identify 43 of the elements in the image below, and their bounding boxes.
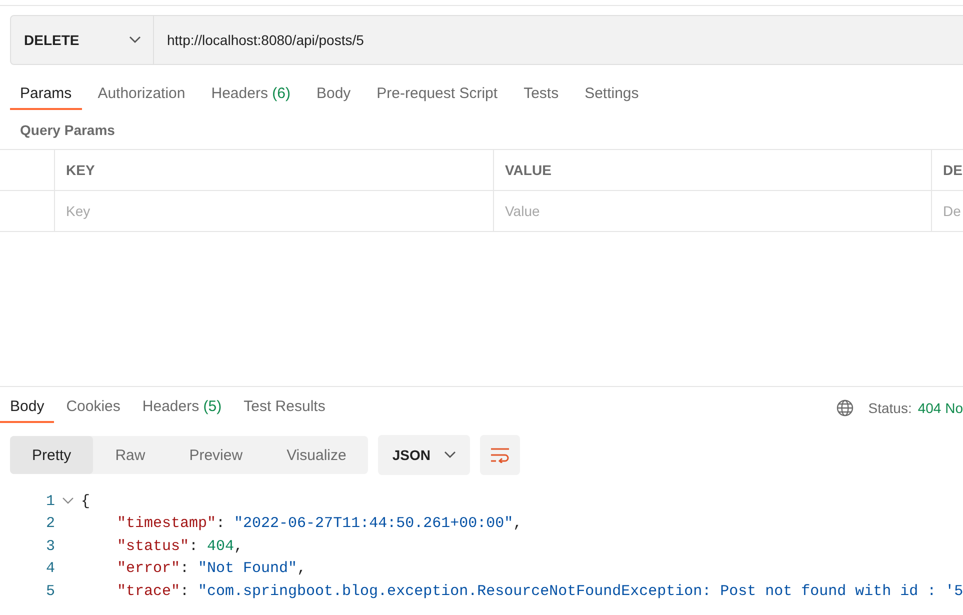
- view-mode-tab[interactable]: Raw: [93, 436, 168, 474]
- globe-icon[interactable]: [836, 399, 854, 417]
- status-code: 404 No: [918, 400, 963, 416]
- tab[interactable]: Headers (5): [132, 398, 232, 423]
- wrap-lines-button[interactable]: [480, 435, 520, 475]
- tab[interactable]: Settings: [574, 85, 649, 110]
- wrap-lines-icon: [490, 447, 510, 463]
- table-input-field[interactable]: Key: [66, 203, 493, 219]
- tab[interactable]: Body: [306, 85, 361, 110]
- tab[interactable]: Tests: [514, 85, 569, 110]
- line-number: 2: [44, 515, 55, 532]
- tab[interactable]: Pre-request Script: [366, 85, 508, 110]
- tab[interactable]: Authorization: [88, 85, 196, 110]
- format-dropdown[interactable]: JSON: [378, 435, 470, 475]
- column-header: KEY: [55, 150, 494, 191]
- line-number: 3: [44, 538, 55, 555]
- table-input-field[interactable]: Value: [505, 203, 931, 219]
- view-mode-tab[interactable]: Visualize: [264, 436, 368, 474]
- chevron-down-icon: [129, 36, 141, 44]
- view-mode-tab[interactable]: Pretty: [10, 436, 94, 474]
- status-label: Status:: [868, 400, 912, 416]
- method-dropdown[interactable]: DELETE: [10, 15, 154, 65]
- line-number: 4: [44, 560, 55, 578]
- code-line: {: [81, 492, 90, 510]
- tab[interactable]: Cookies: [56, 398, 130, 423]
- code-line: "error": "Not Found",: [116, 560, 306, 578]
- code-line: "trace": "com.springboot.blog.exception.ResourceNotFoundException: Post not found with id : '5: [116, 582, 963, 600]
- line-number: 5: [44, 582, 55, 600]
- line-number: 1: [44, 492, 55, 510]
- tab[interactable]: Headers (6): [201, 85, 300, 110]
- url-field[interactable]: http://localhost:8080/api/posts/5: [154, 15, 963, 65]
- code-line: "status": 404,: [116, 538, 244, 555]
- column-header: VALUE: [494, 150, 932, 191]
- section-title: Query Params: [20, 122, 115, 138]
- tab[interactable]: Body: [0, 398, 54, 423]
- chevron-down-icon: [444, 451, 456, 459]
- view-mode-tab[interactable]: Preview: [167, 436, 265, 474]
- table-input-field[interactable]: De: [943, 203, 963, 219]
- tab[interactable]: Params: [10, 85, 82, 110]
- column-header: DE: [932, 150, 963, 191]
- fold-chevron-icon[interactable]: [62, 497, 74, 506]
- code-line: "timestamp": "2022-06-27T11:44:50.261+00:00",: [116, 515, 522, 532]
- tab[interactable]: Test Results: [234, 398, 336, 423]
